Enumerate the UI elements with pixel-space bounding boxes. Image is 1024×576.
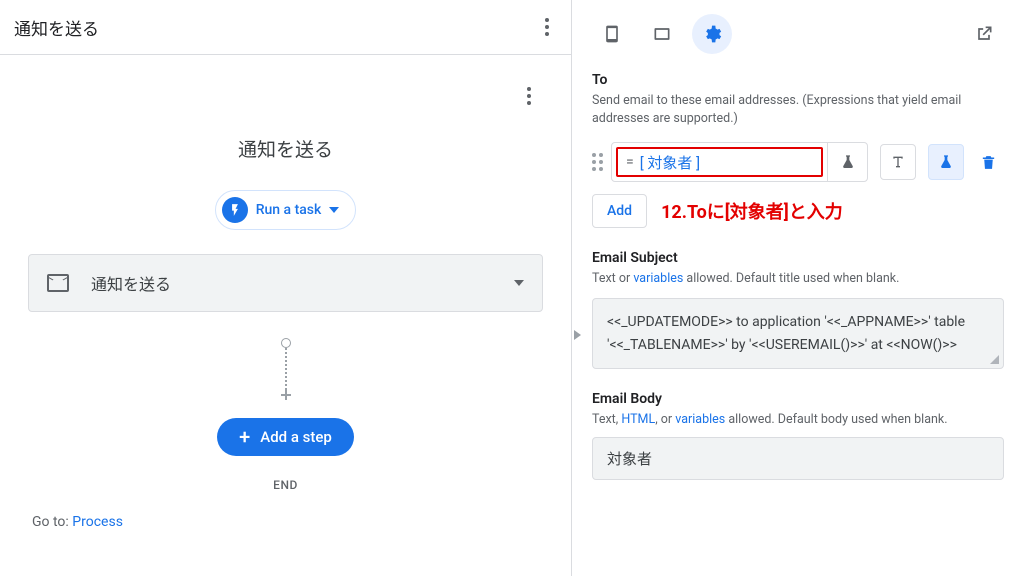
left-panel: 通知を送る 通知を送る Run a task 通知を送る + Add a ste… xyxy=(0,0,572,576)
end-label: END xyxy=(273,478,298,492)
tab-settings-icon[interactable] xyxy=(692,14,732,54)
add-button[interactable]: Add xyxy=(592,194,647,228)
chevron-down-icon xyxy=(514,280,524,286)
to-section: To Send email to these email addresses. … xyxy=(592,72,1004,228)
to-expression-field[interactable]: = [ 対象者 ] xyxy=(611,142,868,182)
task-select[interactable]: 通知を送る xyxy=(28,254,543,312)
run-task-button[interactable]: Run a task xyxy=(215,190,357,230)
bolt-icon xyxy=(222,197,248,223)
body-input[interactable]: 対象者 xyxy=(592,437,1004,480)
right-panel: To Send email to these email addresses. … xyxy=(572,0,1024,576)
to-value: [ 対象者 ] xyxy=(640,152,700,173)
subject-value: <<_UPDATEMODE>> to application '<<_APPNA… xyxy=(607,314,965,352)
flask-icon[interactable] xyxy=(827,143,867,181)
tab-mobile-icon[interactable] xyxy=(592,14,632,54)
add-step-label: Add a step xyxy=(260,428,332,446)
body-section: Email Body Text, HTML, or variables allo… xyxy=(592,391,1004,480)
flow-connector xyxy=(281,338,291,400)
step-title: 通知を送る xyxy=(238,135,333,162)
open-external-icon[interactable] xyxy=(964,14,1004,54)
right-tabs xyxy=(592,8,1004,66)
equals-prefix: = xyxy=(626,154,634,170)
expand-panel-icon[interactable] xyxy=(574,330,581,340)
drag-handle-icon[interactable] xyxy=(592,153,603,171)
resize-handle-icon[interactable] xyxy=(990,355,999,364)
process-title: 通知を送る xyxy=(14,15,99,40)
left-header: 通知を送る xyxy=(0,0,571,55)
mail-icon xyxy=(47,274,69,292)
goto-process-link[interactable]: Process xyxy=(72,514,123,530)
text-mode-button[interactable] xyxy=(880,144,916,180)
html-link[interactable]: HTML xyxy=(621,412,655,427)
subject-label: Email Subject xyxy=(592,250,1004,266)
flow-canvas: 通知を送る Run a task 通知を送る + Add a step END … xyxy=(0,55,571,576)
subject-input[interactable]: <<_UPDATEMODE>> to application '<<_APPNA… xyxy=(592,298,1004,369)
delete-icon[interactable] xyxy=(972,154,1004,171)
task-name: 通知を送る xyxy=(91,271,171,295)
to-help: Send email to these email addresses. (Ex… xyxy=(592,92,1004,128)
subject-help: Text or variables allowed. Default title… xyxy=(592,270,1004,288)
add-step-button[interactable]: + Add a step xyxy=(217,418,354,456)
body-help: Text, HTML, or variables allowed. Defaul… xyxy=(592,411,1004,429)
annotation-text: 12.Toに[対象者]と入力 xyxy=(661,198,843,224)
tab-tablet-icon[interactable] xyxy=(642,14,682,54)
run-task-label: Run a task xyxy=(256,202,322,218)
variables-link-2[interactable]: variables xyxy=(675,412,725,427)
to-expression-row: = [ 対象者 ] xyxy=(592,142,1004,182)
goto-link-row: Go to: Process xyxy=(28,514,543,530)
more-menu-icon[interactable] xyxy=(537,10,557,44)
plus-icon: + xyxy=(239,430,250,444)
variables-link[interactable]: variables xyxy=(633,271,683,286)
expression-mode-button[interactable] xyxy=(928,144,964,180)
step-more-icon[interactable] xyxy=(519,79,539,113)
to-label: To xyxy=(592,72,1004,88)
chevron-down-icon xyxy=(329,207,339,213)
goto-prefix: Go to: xyxy=(32,514,72,530)
subject-section: Email Subject Text or variables allowed.… xyxy=(592,250,1004,369)
body-label: Email Body xyxy=(592,391,1004,407)
body-value: 対象者 xyxy=(607,450,652,468)
